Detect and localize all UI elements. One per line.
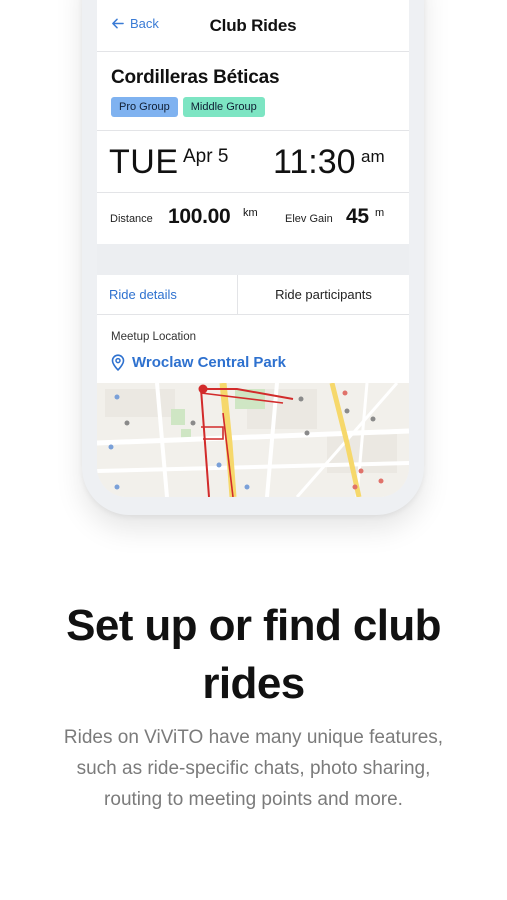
subheadline-line-1: Rides on ViViTO have many unique feature… bbox=[63, 727, 444, 748]
headline-line-2: rides bbox=[202, 659, 305, 708]
map-pin-icon bbox=[111, 354, 125, 371]
tag-pro-group: Pro Group bbox=[111, 97, 178, 117]
ride-name: Cordilleras Béticas bbox=[111, 67, 280, 88]
distance-label: Distance bbox=[110, 213, 153, 225]
distance-unit: km bbox=[243, 207, 258, 219]
ride-time: 11:30 bbox=[273, 143, 356, 181]
ride-ampm: am bbox=[361, 147, 385, 166]
page-title: Club Rides bbox=[209, 16, 297, 35]
divider bbox=[97, 130, 409, 131]
ride-day: TUE bbox=[109, 143, 179, 181]
subheadline-line-3: routing to meeting points and more. bbox=[104, 789, 403, 810]
tag-middle-group: Middle Group bbox=[182, 97, 265, 117]
subheadline: Rides on ViViTO have many unique feature… bbox=[0, 722, 507, 815]
meetup-location-link[interactable]: Wroclaw Central Park bbox=[111, 354, 286, 371]
map-graphic bbox=[97, 383, 409, 497]
spacer-band bbox=[97, 244, 409, 275]
ride-date: Apr 5 bbox=[183, 146, 229, 167]
headline-line-1: Set up or find club bbox=[66, 601, 441, 650]
nav-header: Back Club Rides bbox=[97, 0, 409, 52]
subheadline-line-2: such as ride-specific chats, photo shari… bbox=[76, 758, 431, 779]
tab-ride-details[interactable]: Ride details bbox=[109, 275, 177, 315]
elev-value: 45 bbox=[346, 205, 369, 228]
ride-tabs: Ride details Ride participants bbox=[97, 275, 409, 315]
meetup-location-name: Wroclaw Central Park bbox=[132, 354, 286, 371]
elev-label: Elev Gain bbox=[285, 213, 333, 225]
meetup-label: Meetup Location bbox=[111, 331, 197, 343]
elev-unit: m bbox=[375, 207, 385, 219]
tab-ride-participants[interactable]: Ride participants bbox=[237, 275, 409, 315]
route-map[interactable] bbox=[97, 383, 409, 497]
phone-screen: Back Club Rides Cordilleras Béticas Pro … bbox=[97, 0, 409, 497]
headline: Set up or find club rides bbox=[0, 597, 507, 713]
group-tags: Pro Group Middle Group bbox=[111, 97, 265, 117]
divider bbox=[97, 192, 409, 193]
distance-value: 100.00 bbox=[168, 205, 231, 228]
